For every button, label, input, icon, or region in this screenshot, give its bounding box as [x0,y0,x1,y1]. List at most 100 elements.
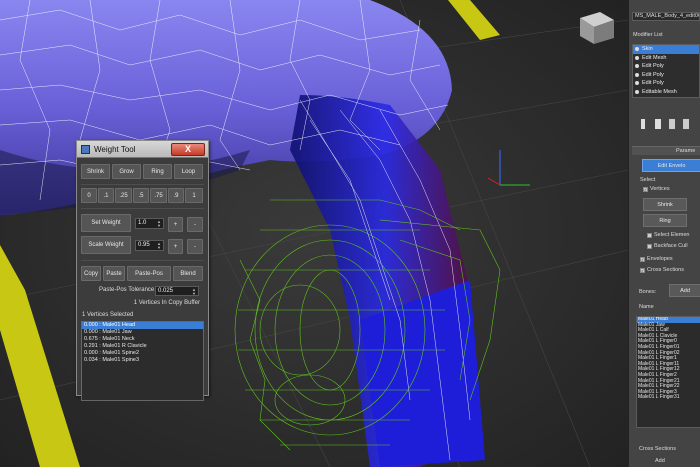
paste-pos-button[interactable]: Paste-Pos [127,266,171,281]
cross-sections-label: Cross Sections [647,267,684,273]
preset-0-button[interactable]: 0 [81,188,97,203]
preset-075-button[interactable]: .75 [150,188,167,203]
backface-label: Backface Cull [654,243,688,249]
copy-button[interactable]: Copy [81,266,101,281]
separator [81,260,204,261]
set-weight-button[interactable]: Set Weight [81,214,131,232]
select-group-label: Select [640,177,656,183]
grow-button[interactable]: Grow [112,164,141,179]
scale-weight-value: 0.95 [138,242,150,248]
blend-button[interactable]: Blend [173,266,203,281]
paste-tolerance-value: 0.025 [158,288,174,294]
bones-list[interactable]: Male01 Head Male01 Jaw Male01 L Calf Male01… [636,316,700,428]
modifier-label: Edit Poly [642,80,664,86]
modifier-stack-item[interactable]: Edit Poly [633,62,699,71]
modifier-label: Edit Poly [642,71,664,78]
pin-stack-icon[interactable] [641,119,645,129]
modifier-stack[interactable]: Skin Edit Mesh Edit Poly Edit Poly Edit Poly… [632,44,700,98]
preset-09-button[interactable]: .9 [168,188,184,203]
scale-weight-spinner[interactable]: 0.95 ▲ ▼ [135,240,164,251]
preset-025-button[interactable]: .25 [115,188,132,203]
lightbulb-icon[interactable] [635,64,639,69]
paste-tolerance-label: Paste-Pos Tolerance [99,287,155,293]
cross-sections-checkbox[interactable]: ✓ Cross Sections [640,267,684,273]
backface-checkbox[interactable]: Backface Cull [647,243,688,249]
make-unique-icon[interactable] [669,119,675,129]
paste-tolerance-spinner[interactable]: 0.025 ▲ ▼ [155,286,199,296]
shrink-button[interactable]: Shrink [81,164,110,179]
set-weight-plus-button[interactable]: + [168,217,183,232]
shrink-envelope-button[interactable]: Shrink [643,198,687,211]
weight-tool-app-icon [81,144,90,154]
checkbox-checked-icon: ✓ [643,186,648,192]
weight-tool-title: Weight Tool [94,144,136,154]
preset-01-button[interactable]: .1 [98,188,114,203]
scale-weight-minus-button[interactable]: - [187,239,203,254]
viewport-3d[interactable]: Weight Tool X Shrink Grow Ring Loop 0 .1… [0,0,628,467]
checkbox-checked-icon: ✓ [640,256,645,262]
stack-toolbar [629,114,700,134]
modifier-stack-item[interactable]: Edit Poly [633,71,699,80]
ring-envelope-button[interactable]: Ring [643,214,687,227]
paste-button[interactable]: Paste [103,266,125,281]
select-element-label: Select Elemen [654,232,690,238]
weight-tool-window[interactable]: Weight Tool X Shrink Grow Ring Loop 0 .1… [76,140,209,401]
parameters-rollout-header[interactable]: Parame [632,146,700,155]
spinner-arrows-icon[interactable]: ▲ ▼ [157,220,162,228]
lightbulb-icon[interactable] [635,89,639,94]
weight-list-item[interactable]: 0.291 : Male01 R Clavicle [82,343,203,350]
weight-list-item[interactable]: 0.000 : Male01 Head [82,322,203,329]
object-name-field[interactable]: MS_MALE_Body_4_edit06 [632,12,700,21]
parameters-rollout-title: Parame [676,148,696,154]
envelopes-label: Envelopes [647,256,673,262]
weight-list-item[interactable]: 0.000 : Male01 Jaw [82,329,203,336]
lightbulb-icon[interactable] [635,47,639,52]
lightbulb-icon[interactable] [635,72,639,77]
add-bone-button[interactable]: Add [669,284,700,297]
scale-weight-button[interactable]: Scale Weight [81,236,131,254]
modifier-label: Skin [642,46,653,52]
modifier-label: Editable Mesh [642,88,677,95]
scale-weight-plus-button[interactable]: + [168,239,183,254]
cross-section-add-label[interactable]: Add [655,458,665,464]
separator [81,208,204,209]
modifier-list-label[interactable]: Modifier List [633,32,663,38]
copy-buffer-status: 1 Vertices In Copy Buffer [133,300,200,306]
weight-list-item[interactable]: 0.675 : Male01 Neck [82,336,203,343]
show-end-result-icon[interactable] [655,119,661,129]
select-element-checkbox[interactable]: Select Elemen [647,232,689,238]
spinner-arrows-icon[interactable]: ▲ ▼ [157,242,162,250]
envelopes-checkbox[interactable]: ✓ Envelopes [640,256,673,262]
spinner-arrows-icon[interactable]: ▲ ▼ [192,288,197,296]
weight-list-item[interactable]: 0.034 : Male01 Spine3 [82,357,203,364]
modifier-stack-item[interactable]: Edit Mesh [633,54,699,63]
checkbox-checked-icon: ✓ [640,267,645,273]
modifier-label: Edit Mesh [642,54,667,61]
vertices-checkbox[interactable]: ✓ Vertices [643,186,670,192]
separator [81,184,204,185]
bone-list-item[interactable]: Male01 L Finger31 [637,395,700,401]
checkbox-icon [647,243,652,249]
close-button[interactable]: X [171,142,205,156]
weight-list-item[interactable]: 0.000 : Male01 Spine2 [82,350,203,357]
vertices-label: Vertices [650,186,670,192]
set-weight-minus-button[interactable]: - [187,217,203,232]
preset-05-button[interactable]: .5 [133,188,149,203]
modifier-stack-item[interactable]: Skin [633,45,699,54]
edit-envelopes-button[interactable]: Edit Envelo [642,159,700,172]
command-panel: MS_MALE_Body_4_edit06 Modifier List Skin… [628,0,700,467]
loop-button[interactable]: Loop [174,164,203,179]
remove-modifier-icon[interactable] [683,119,689,129]
set-weight-spinner[interactable]: 1.0 ▲ ▼ [135,218,164,229]
lightbulb-icon[interactable] [635,55,639,60]
bone-weights-list[interactable]: 0.000 : Male01 Head 0.000 : Male01 Jaw 0.6… [81,321,204,401]
lightbulb-icon[interactable] [635,81,639,86]
weight-tool-titlebar[interactable]: Weight Tool X [77,141,208,158]
modifier-stack-item[interactable]: Editable Mesh [633,88,699,97]
ring-button[interactable]: Ring [143,164,172,179]
selected-count-label: 1 Vertices Selected [82,312,134,318]
preset-1-button[interactable]: 1 [185,188,203,203]
checkbox-icon [647,232,652,238]
modifier-stack-item[interactable]: Edit Poly [633,79,699,88]
modifier-label: Edit Poly [642,63,664,69]
